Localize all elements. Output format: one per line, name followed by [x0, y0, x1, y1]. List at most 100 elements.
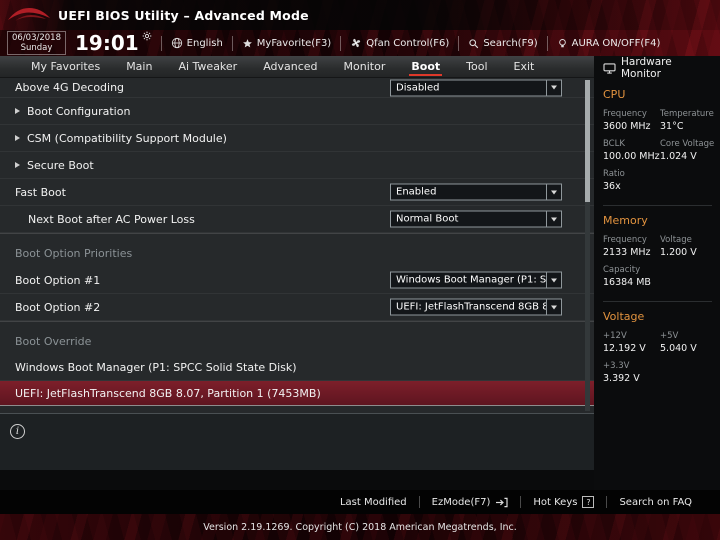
- bclk-value: 100.00 MHz: [603, 151, 660, 162]
- v5-label: +5V: [660, 331, 679, 341]
- boot-override-label: Windows Boot Manager (P1: SPCC Solid Sta…: [15, 361, 297, 374]
- setting-label: Boot Option #1: [15, 273, 101, 287]
- search-on-faq-label: Search on FAQ: [619, 496, 692, 508]
- tab-tool[interactable]: Tool: [453, 56, 500, 77]
- language-button[interactable]: English: [171, 37, 223, 49]
- hot-keys-label: Hot Keys: [533, 496, 578, 508]
- link-secure-boot[interactable]: Secure Boot: [0, 152, 594, 179]
- memory-section-title: Memory: [603, 214, 648, 227]
- arrow-right-icon: [15, 135, 20, 141]
- cpu-frequency-value: 3600 MHz: [603, 121, 651, 132]
- v33-value: 3.392 V: [603, 373, 640, 384]
- date-display: 06/03/2018 Sunday: [7, 30, 66, 56]
- dropdown-value: Normal Boot: [396, 213, 459, 225]
- tab-my-favorites[interactable]: My Favorites: [18, 56, 113, 77]
- setting-above-4g-decoding: Above 4G Decoding Disabled: [0, 78, 594, 98]
- tab-advanced[interactable]: Advanced: [250, 56, 330, 77]
- tab-boot[interactable]: Boot: [398, 56, 453, 77]
- v12-value: 12.192 V: [603, 343, 646, 354]
- chevron-down-icon: [546, 299, 561, 315]
- separator: [546, 35, 548, 51]
- question-mark-icon: ?: [582, 496, 595, 508]
- setting-boot-option-1: Boot Option #1 Windows Boot Manager (P1:…: [0, 267, 594, 294]
- boot-option-2-dropdown[interactable]: UEFI: JetFlashTranscend 8GB 8.0: [390, 298, 562, 316]
- setting-label: Fast Boot: [15, 185, 66, 199]
- tab-exit[interactable]: Exit: [501, 56, 548, 77]
- cpu-frequency-label: Frequency: [603, 109, 647, 119]
- memory-frequency-label: Frequency: [603, 235, 647, 245]
- tab-main[interactable]: Main: [113, 56, 165, 77]
- divider: [603, 301, 712, 302]
- setting-boot-option-2: Boot Option #2 UEFI: JetFlashTranscend 8…: [0, 294, 594, 321]
- fast-boot-dropdown[interactable]: Enabled: [390, 183, 562, 201]
- main-panel: My Favorites Main Ai Tweaker Advanced Mo…: [0, 56, 594, 490]
- myfavorite-label: MyFavorite(F3): [256, 37, 332, 49]
- setting-next-boot-after-ac-power-loss: Next Boot after AC Power Loss Normal Boo…: [0, 206, 594, 233]
- qfan-control-button[interactable]: Qfan Control(F6): [350, 37, 449, 49]
- search-icon: [468, 38, 479, 49]
- hardware-monitor-title: Hardware Monitor: [621, 56, 672, 80]
- scrollbar-thumb[interactable]: [585, 80, 590, 202]
- last-modified-label: Last Modified: [339, 496, 407, 508]
- tab-ai-tweaker[interactable]: Ai Tweaker: [165, 56, 250, 77]
- v33-label: +3.3V: [603, 361, 630, 371]
- boot-override-uefi-item-selected[interactable]: UEFI: JetFlashTranscend 8GB 8.07, Partit…: [0, 381, 594, 406]
- cpu-temperature-label: Temperature: [660, 109, 714, 119]
- last-modified-button[interactable]: Last Modified: [328, 497, 419, 508]
- setting-label: Boot Option #2: [15, 300, 101, 314]
- bios-screen: UEFI BIOS Utility – Advanced Mode 06/03/…: [0, 0, 720, 540]
- titlebar: UEFI BIOS Utility – Advanced Mode: [0, 0, 720, 30]
- boot-override-windows-item[interactable]: Windows Boot Manager (P1: SPCC Solid Sta…: [0, 355, 594, 381]
- dropdown-value: Enabled: [396, 186, 437, 198]
- chevron-down-icon: [546, 211, 561, 227]
- link-label: Secure Boot: [27, 158, 94, 172]
- hardware-monitor-panel: Hardware Monitor CPU Frequency Temperatu…: [594, 56, 720, 490]
- dropdown-value: Windows Boot Manager (P1: SPC: [396, 274, 546, 286]
- scrollbar-track[interactable]: [585, 80, 590, 411]
- info-icon: i: [10, 424, 25, 439]
- v12-label: +12V: [603, 331, 627, 341]
- memory-capacity-value: 16384 MB: [603, 277, 651, 288]
- link-csm[interactable]: CSM (Compatibility Support Module): [0, 125, 594, 152]
- time-display: 19:01: [75, 31, 152, 53]
- section-header: Boot Override: [15, 335, 92, 348]
- boot-option-1-dropdown[interactable]: Windows Boot Manager (P1: SPC: [390, 271, 562, 289]
- boot-override-label: UEFI: JetFlashTranscend 8GB 8.07, Partit…: [15, 386, 321, 400]
- tab-monitor[interactable]: Monitor: [331, 56, 399, 77]
- chevron-down-icon: [546, 80, 561, 95]
- voltage-section-title: Voltage: [603, 310, 645, 323]
- search-on-faq-button[interactable]: Search on FAQ: [607, 497, 704, 508]
- clock-settings-gear-icon[interactable]: [142, 31, 152, 41]
- myfavorite-button[interactable]: MyFavorite(F3): [242, 38, 331, 49]
- qfan-label: Qfan Control(F6): [366, 37, 450, 49]
- separator: [340, 35, 342, 51]
- settings-list: Above 4G Decoding Disabled Boot Configur…: [0, 78, 594, 413]
- setting-label: Next Boot after AC Power Loss: [28, 212, 195, 226]
- memory-frequency-value: 2133 MHz: [603, 247, 651, 258]
- ezmode-arrow-icon: [495, 497, 508, 508]
- above-4g-decoding-dropdown[interactable]: Disabled: [390, 79, 562, 96]
- link-label: CSM (Compatibility Support Module): [27, 131, 227, 145]
- search-label: Search(F9): [483, 37, 538, 49]
- hot-keys-button[interactable]: Hot Keys ?: [521, 496, 606, 508]
- quick-access-bar: 06/03/2018 Sunday 19:01 English MyFavori…: [0, 30, 720, 56]
- core-voltage-value: 1.024 V: [660, 151, 697, 162]
- star-icon: [242, 38, 253, 49]
- rog-logo-icon: [0, 5, 58, 25]
- separator: [458, 35, 460, 51]
- section-header: Boot Option Priorities: [15, 247, 133, 260]
- help-info-panel: i: [0, 413, 594, 470]
- memory-capacity-label: Capacity: [603, 265, 641, 275]
- dropdown-value: Disabled: [396, 82, 440, 93]
- search-button[interactable]: Search(F9): [468, 37, 538, 49]
- chevron-down-icon: [546, 184, 561, 200]
- page-title: UEFI BIOS Utility – Advanced Mode: [58, 7, 309, 23]
- link-boot-configuration[interactable]: Boot Configuration: [0, 98, 594, 125]
- ezmode-button[interactable]: EzMode(F7): [420, 497, 521, 508]
- v5-value: 5.040 V: [660, 343, 697, 354]
- next-boot-dropdown[interactable]: Normal Boot: [390, 210, 562, 228]
- aura-bulb-icon: [557, 38, 568, 49]
- aura-button[interactable]: AURA ON/OFF(F4): [557, 38, 660, 49]
- memory-voltage-label: Voltage: [660, 235, 692, 245]
- separator: [231, 35, 233, 51]
